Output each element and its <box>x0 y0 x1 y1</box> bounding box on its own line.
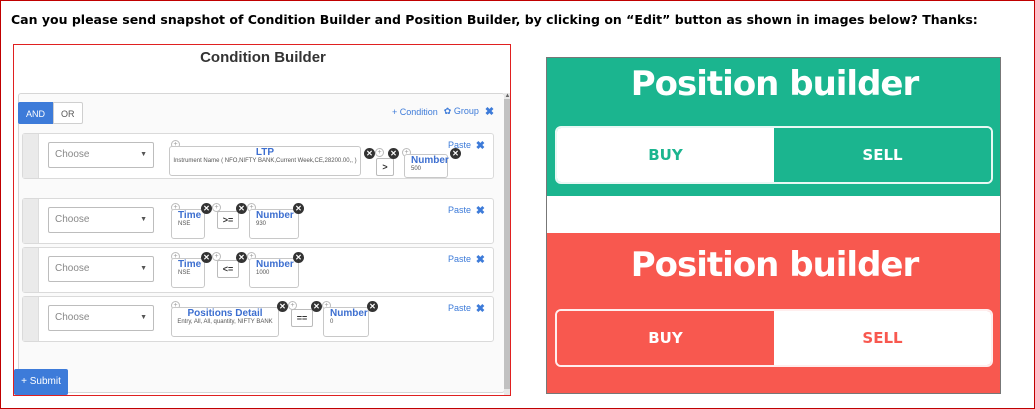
group-actions: + Condition ✿ Group ✖ <box>392 105 494 118</box>
chevron-down-icon: ▼ <box>140 151 147 158</box>
operand-title: Number <box>330 308 368 319</box>
or-button[interactable]: OR <box>53 102 83 124</box>
position-builder-sell-state: Position builder BUY SELL <box>547 233 1000 393</box>
and-button[interactable]: AND <box>18 102 54 124</box>
operator-select[interactable]: == <box>291 309 313 327</box>
operand-tile-number[interactable]: Number 930 <box>249 209 299 239</box>
operator-select[interactable]: >= <box>217 211 239 229</box>
remove-operand-icon[interactable]: ✕ <box>293 203 304 214</box>
scrollbar[interactable] <box>504 93 510 395</box>
operator-select[interactable]: <= <box>217 260 239 278</box>
operand-title: Number <box>256 210 294 221</box>
operand-subtitle: NSE <box>178 221 191 227</box>
drag-handle[interactable] <box>23 248 39 292</box>
paste-link[interactable]: Paste <box>448 140 471 150</box>
remove-operand-icon[interactable]: ✕ <box>293 252 304 263</box>
remove-operator-icon[interactable]: ✕ <box>236 203 247 214</box>
position-builder-title: Position builder <box>630 64 920 104</box>
operand-subtitle: Instrument Name ( NFO,NIFTY BANK,Current… <box>173 158 357 164</box>
question-text: Can you please send snapshot of Conditio… <box>11 12 978 27</box>
scroll-up-icon[interactable]: ▲ <box>504 93 510 100</box>
condition-rule-1: Choose ▼ + LTP Instrument Name ( NFO,NIFT… <box>22 133 494 179</box>
operand-subtitle: 500 <box>411 166 422 172</box>
paste-link[interactable]: Paste <box>448 303 471 313</box>
operand-tile-time[interactable]: Time NSE <box>171 258 205 288</box>
chevron-down-icon: ▼ <box>140 314 147 321</box>
choose-value: Choose <box>55 312 90 323</box>
position-builder-buy-state: Position builder BUY SELL <box>547 58 1000 196</box>
operand-tile-number[interactable]: Number 0 <box>323 307 369 337</box>
remove-rule-icon[interactable]: ✖ <box>476 302 485 315</box>
operand-tile-positions-detail[interactable]: Positions Detail Entry, All, All, quanti… <box>171 307 279 337</box>
add-condition-button[interactable]: + Condition <box>392 107 438 117</box>
remove-rule-icon[interactable]: ✖ <box>476 139 485 152</box>
position-builder-panel: Position builder BUY SELL Position build… <box>546 57 1001 394</box>
add-operator-icon[interactable]: + <box>375 148 384 157</box>
position-builder-title: Position builder <box>630 245 920 285</box>
condition-builder-panel: Condition Builder ▲ AND OR + Condition ✿… <box>13 44 511 396</box>
condition-rule-2: Choose ▼ + Time NSE ✕ + >= ✕ + Number 930… <box>22 198 494 244</box>
operand-tile-ltp[interactable]: LTP Instrument Name ( NFO,NIFTY BANK,Cur… <box>169 146 361 176</box>
operand-title: Number <box>256 259 294 270</box>
operand-subtitle: Entry, All, All, quantity, NIFTY BANK <box>177 319 273 325</box>
chevron-down-icon: ▼ <box>140 216 147 223</box>
operand-subtitle: 1000 <box>256 270 270 276</box>
choose-value: Choose <box>55 149 90 160</box>
buy-sell-toggle: BUY SELL <box>555 309 993 367</box>
paste-link[interactable]: Paste <box>448 254 471 264</box>
buy-button[interactable]: BUY <box>557 311 774 365</box>
choose-select[interactable]: Choose ▼ <box>48 207 154 233</box>
remove-group-icon[interactable]: ✖ <box>485 105 494 118</box>
paste-link[interactable]: Paste <box>448 205 471 215</box>
drag-handle[interactable] <box>23 297 39 341</box>
remove-operand-icon[interactable]: ✕ <box>277 301 288 312</box>
operand-tile-number[interactable]: Number 500 <box>404 154 449 178</box>
logic-toggle: AND OR <box>18 102 83 124</box>
remove-operand-icon[interactable]: ✕ <box>201 203 212 214</box>
condition-rule-4: Choose ▼ + Positions Detail Entry, All, A… <box>22 296 494 342</box>
condition-rule-3: Choose ▼ + Time NSE ✕ + <= ✕ + Number 100… <box>22 247 494 293</box>
buy-button[interactable]: BUY <box>557 128 774 182</box>
operand-title: LTP <box>255 147 275 158</box>
operand-title: Time <box>178 210 202 221</box>
remove-rule-icon[interactable]: ✖ <box>476 253 485 266</box>
operand-title: Number <box>411 155 449 166</box>
remove-operator-icon[interactable]: ✕ <box>236 252 247 263</box>
choose-value: Choose <box>55 263 90 274</box>
choose-select[interactable]: Choose ▼ <box>48 305 154 331</box>
submit-button[interactable]: + Submit <box>14 369 68 395</box>
drag-handle[interactable] <box>23 199 39 243</box>
chevron-down-icon: ▼ <box>140 265 147 272</box>
remove-operator-icon[interactable]: ✕ <box>311 301 322 312</box>
remove-operator-icon[interactable]: ✕ <box>388 148 399 159</box>
operand-subtitle: 0 <box>330 319 334 325</box>
scrollbar-thumb[interactable] <box>504 99 510 389</box>
choose-value: Choose <box>55 214 90 225</box>
remove-operand-icon[interactable]: ✕ <box>364 148 375 159</box>
operand-tile-number[interactable]: Number 1000 <box>249 258 299 288</box>
add-group-button[interactable]: ✿ Group <box>444 106 479 117</box>
choose-select[interactable]: Choose ▼ <box>48 142 154 168</box>
operand-subtitle: 930 <box>256 221 267 227</box>
operand-title: Positions Detail <box>187 308 263 319</box>
sell-button[interactable]: SELL <box>774 311 991 365</box>
sell-button[interactable]: SELL <box>774 128 991 182</box>
remove-operand-icon[interactable]: ✕ <box>201 252 212 263</box>
remove-operand-icon[interactable]: ✕ <box>367 301 378 312</box>
operand-title: Time <box>178 259 202 270</box>
operand-subtitle: NSE <box>178 270 191 276</box>
choose-select[interactable]: Choose ▼ <box>48 256 154 282</box>
operand-tile-time[interactable]: Time NSE <box>171 209 205 239</box>
buy-sell-toggle: BUY SELL <box>555 126 993 184</box>
remove-rule-icon[interactable]: ✖ <box>476 204 485 217</box>
operator-select[interactable]: > <box>376 158 394 176</box>
condition-builder-title: Condition Builder <box>200 49 326 66</box>
drag-handle[interactable] <box>23 134 39 178</box>
